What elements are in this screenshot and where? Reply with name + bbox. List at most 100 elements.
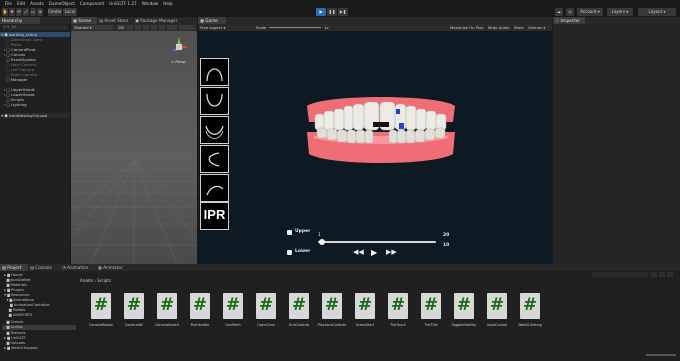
folder-plugins[interactable]: ▸ ▆ Plugins xyxy=(2,288,24,293)
breadcrumb-assets[interactable]: Assets xyxy=(80,278,93,283)
transform-tool-icon[interactable]: ⊕ xyxy=(37,8,43,16)
services-icon[interactable]: ◎ xyxy=(566,8,574,16)
arch-button-4[interactable] xyxy=(200,145,229,173)
step-back-button[interactable]: ◀◀ xyxy=(353,248,364,256)
pause-button[interactable]: ❚❚ xyxy=(327,8,337,16)
tab-scene[interactable]: ▦ Scene xyxy=(71,17,97,24)
arch-button-1[interactable] xyxy=(200,58,229,86)
aspect-dropdown[interactable]: Free Aspect ▾ xyxy=(200,25,250,30)
rect-tool-icon[interactable]: ▭ xyxy=(30,8,36,16)
filter-type-icon[interactable] xyxy=(651,272,657,277)
tab-console[interactable]: ▤ Console xyxy=(28,264,58,271)
folder-jsondotnet[interactable]: ▆ JsonDotNet xyxy=(2,278,31,283)
space-local-toggle[interactable]: Local xyxy=(63,8,77,16)
stage-slider-thumb[interactable] xyxy=(318,239,325,245)
move-tool-icon[interactable]: ✥ xyxy=(9,8,15,16)
upper-checkbox[interactable] xyxy=(287,230,292,235)
tab-animation[interactable]: ◔ Animation xyxy=(60,264,94,271)
scene-gizmo-icon[interactable] xyxy=(167,35,191,59)
script-asset[interactable]: # GridControls xyxy=(286,293,312,333)
script-asset[interactable]: # PlaybackControls xyxy=(318,293,346,333)
scale-slider[interactable] xyxy=(269,27,321,28)
shading-mode-dropdown[interactable]: Shaded ▾ xyxy=(73,25,113,30)
menu-window[interactable]: Window xyxy=(142,1,159,6)
menu-assets[interactable]: Assets xyxy=(30,1,44,6)
maximize-on-play-toggle[interactable]: Maximize On Play xyxy=(450,25,484,30)
step-button[interactable]: ▶❚ xyxy=(338,8,348,16)
audio-toggle-icon[interactable] xyxy=(135,25,141,30)
hidden-objects-icon[interactable] xyxy=(151,25,157,30)
script-asset[interactable]: # CameraUtil xyxy=(121,293,147,333)
menu-unigltf[interactable]: UniGLTF 1.27 xyxy=(109,1,137,6)
menu-gameobject[interactable]: GameObject xyxy=(49,1,75,6)
hierarchy-search-input[interactable]: + ▾ All xyxy=(2,25,68,30)
collab-cloud-icon[interactable]: ☁ xyxy=(555,8,563,16)
lower-checkbox[interactable] xyxy=(287,250,292,255)
tab-asset-store[interactable]: ▤ Asset Store xyxy=(97,17,133,24)
menu-file[interactable]: File xyxy=(5,1,12,6)
step-forward-button[interactable]: ▶▶ xyxy=(386,248,397,256)
stage-slider-track[interactable] xyxy=(318,241,436,243)
arch-button-3[interactable] xyxy=(200,116,229,144)
ipr-button[interactable]: IPR xyxy=(200,202,229,230)
script-asset[interactable]: # WebGLSetting xyxy=(517,293,543,333)
breadcrumb-scripts[interactable]: Scripts xyxy=(97,278,111,283)
menu-component[interactable]: Component xyxy=(80,1,104,6)
folder-unigltf[interactable]: ▸ ▆ UniGLTF xyxy=(2,336,25,341)
grid-toggle-icon[interactable] xyxy=(159,25,165,30)
folder-animations[interactable]: ▾ ▆ Animations xyxy=(2,298,34,303)
folder-materials[interactable]: ▆ Materials xyxy=(2,283,27,288)
tab-project[interactable]: ▤ Project xyxy=(0,264,28,271)
scale-tool-icon[interactable]: ⤢ xyxy=(23,8,29,16)
play-button[interactable]: ▶ xyxy=(316,8,326,16)
tab-inspector[interactable]: ⓘ Inspector xyxy=(553,17,585,24)
menu-help[interactable]: Help xyxy=(163,1,173,6)
folder-uiimports[interactable]: ▆ UIIMPORTS xyxy=(2,313,32,318)
camera-settings-icon[interactable] xyxy=(167,25,177,30)
folder-animationcontroller[interactable]: ▆ AnimationController xyxy=(2,303,50,308)
rotate-tool-icon[interactable]: ⟳ xyxy=(16,8,22,16)
account-dropdown[interactable]: Account ▾ xyxy=(577,8,603,16)
stats-toggle[interactable]: Stats xyxy=(514,25,524,30)
playback-play-button[interactable]: ▶ xyxy=(371,248,377,257)
hand-tool-icon[interactable]: ✋ xyxy=(2,8,8,16)
favorite-star-icon[interactable] xyxy=(667,272,673,277)
script-asset[interactable]: # TheTouch xyxy=(385,293,411,333)
lighting-toggle-icon[interactable] xyxy=(127,25,133,30)
tab-animator[interactable]: ▦ Animator xyxy=(96,264,128,271)
layout-dropdown[interactable]: Layout ▾ xyxy=(638,8,676,16)
dont-destroy-row[interactable]: ▾ ⬢ DontDestroyOnLoad xyxy=(0,113,70,118)
tab-game[interactable]: ▦ Game xyxy=(198,17,226,24)
folder-textures[interactable]: ▆ Textures xyxy=(2,331,26,336)
script-asset[interactable]: # InputControl xyxy=(484,293,510,333)
menu-edit[interactable]: Edit xyxy=(17,1,25,6)
script-asset[interactable]: # FileHandler xyxy=(187,293,213,333)
effects-toggle-icon[interactable] xyxy=(143,25,149,30)
folder-scenes[interactable]: ▆ Scenes xyxy=(2,320,24,325)
folder-webglsupport[interactable]: ▸ ▆ WebGLSupport xyxy=(2,346,38,351)
filter-label-icon[interactable] xyxy=(659,272,665,277)
project-search-input[interactable] xyxy=(592,272,648,277)
arch-button-2[interactable] xyxy=(200,87,229,115)
gizmos-dropdown[interactable]: Gizmos ▾ xyxy=(528,25,545,30)
pivot-center-toggle[interactable]: Center xyxy=(48,8,62,16)
arch-button-5[interactable] xyxy=(200,174,229,202)
layers-dropdown[interactable]: Layers ▾ xyxy=(607,8,633,16)
hierarchy-item-manager[interactable]: ▢ Manager xyxy=(0,77,70,82)
script-asset[interactable]: # SceneStart xyxy=(352,293,378,333)
script-asset[interactable]: # OpenClose xyxy=(253,293,279,333)
script-asset[interactable]: # GenTeeth xyxy=(220,293,246,333)
scene-view-canvas[interactable]: < Persp xyxy=(71,31,197,264)
hierarchy-item-lighting[interactable]: › ▢ Lighting xyxy=(0,102,70,107)
script-asset[interactable]: # ToggleVisibility xyxy=(451,293,477,333)
folder-uploads[interactable]: ▆ Uploads xyxy=(2,341,25,346)
folder-resources[interactable]: ▾ ▆ Resources xyxy=(2,293,29,298)
2d-toggle[interactable]: 2D xyxy=(117,25,125,30)
script-asset[interactable]: # CameraRotate xyxy=(88,293,114,333)
folder-hands[interactable]: ▸ ▆ Hands xyxy=(2,273,22,278)
script-asset[interactable]: # CameraSwitch xyxy=(154,293,180,333)
folder-models[interactable]: ▆ Models xyxy=(2,308,26,313)
tab-package-manager[interactable]: ▣ Package Manager xyxy=(133,17,195,24)
mute-audio-toggle[interactable]: Mute Audio xyxy=(488,25,510,30)
script-asset[interactable]: # TheTVle xyxy=(418,293,444,333)
